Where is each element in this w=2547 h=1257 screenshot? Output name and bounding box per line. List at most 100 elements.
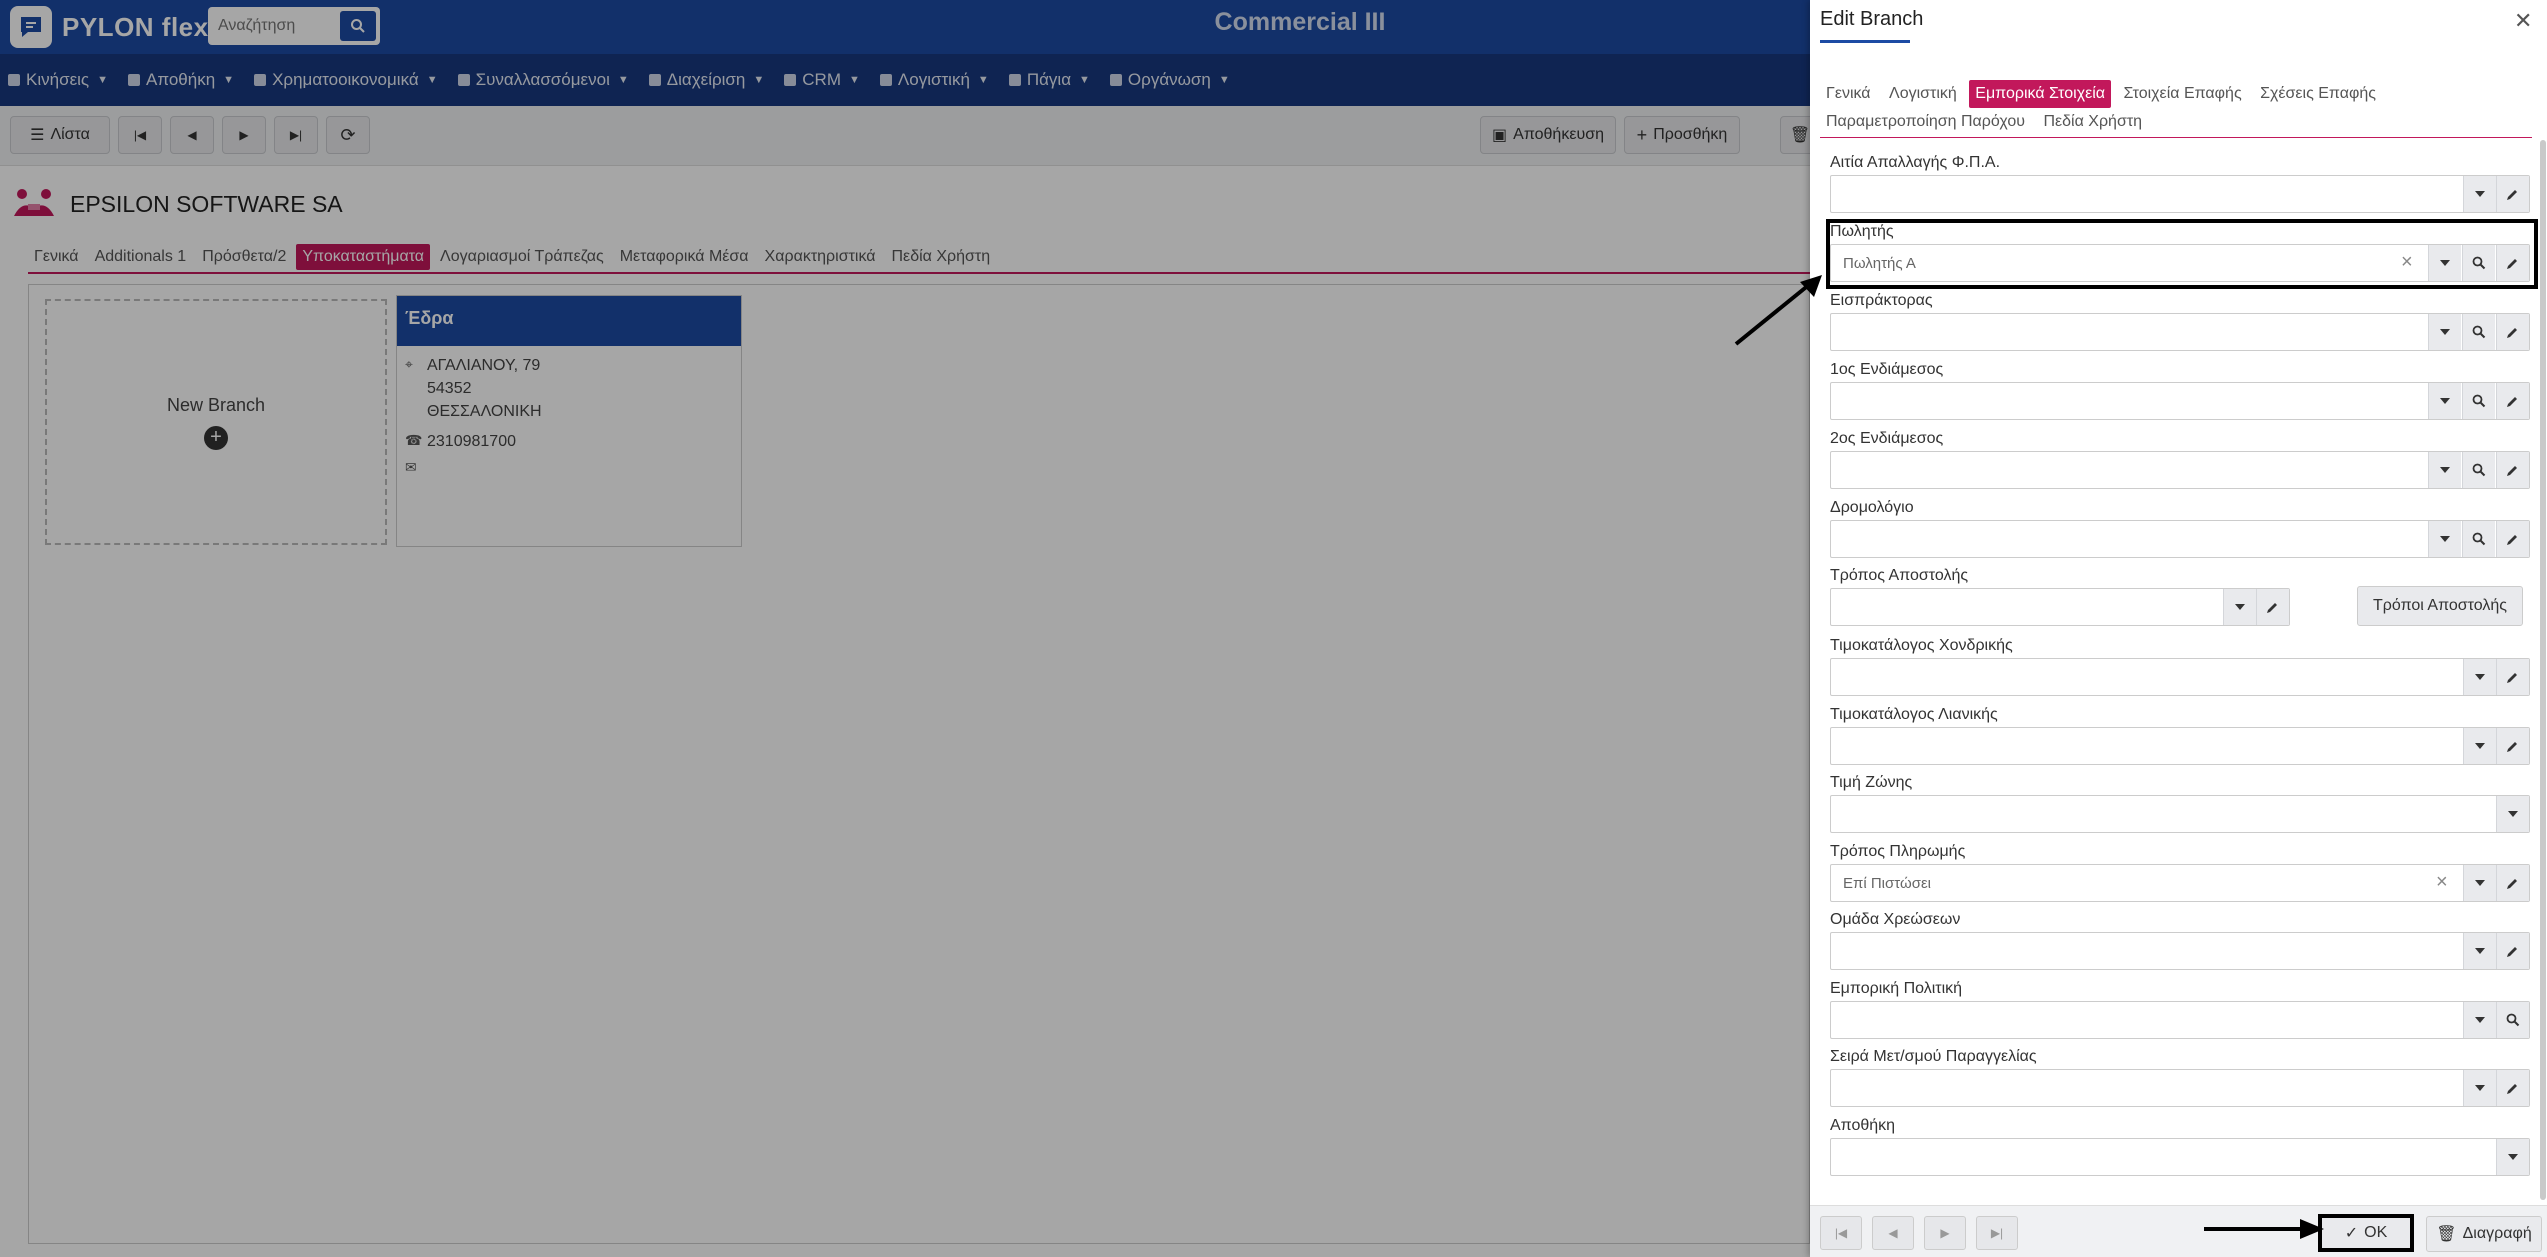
collector-field[interactable] xyxy=(1830,313,2530,351)
dropdown-button[interactable] xyxy=(2428,452,2461,488)
panel-tab-contact-relations[interactable]: Σχέσεις Επαφής xyxy=(2254,80,2382,108)
modal-overlay xyxy=(0,0,1810,1257)
panel-title: Edit Branch xyxy=(1820,8,1924,30)
route-field[interactable] xyxy=(1830,520,2530,558)
pencil-icon xyxy=(2507,397,2517,407)
shipping-methods-button[interactable]: Τρόποι Αποστολής xyxy=(2357,586,2523,626)
edit-button[interactable] xyxy=(2496,659,2529,695)
dropdown-button[interactable] xyxy=(2463,1002,2496,1038)
panel-tab-user-fields[interactable]: Πεδία Χρήστη xyxy=(2037,108,2148,136)
caret-down-icon xyxy=(2440,329,2450,335)
dropdown-button[interactable] xyxy=(2463,728,2496,764)
panel-scrollbar[interactable] xyxy=(2540,140,2546,1200)
first-branch-button[interactable]: |◀ xyxy=(1820,1216,1862,1250)
panel-tab-general[interactable]: Γενικά xyxy=(1820,80,1877,108)
edit-button[interactable] xyxy=(2496,314,2529,350)
dropdown-button[interactable] xyxy=(2463,865,2496,901)
vat-exemption-field[interactable] xyxy=(1830,175,2530,213)
checkmark-icon: ✓ xyxy=(2344,1225,2359,1242)
pencil-icon xyxy=(2507,328,2517,338)
dropdown-button[interactable] xyxy=(2428,521,2461,557)
commercial-policy-field[interactable] xyxy=(1830,1001,2530,1039)
edit-button[interactable] xyxy=(2496,521,2529,557)
shipping-method-label: Τρόπος Αποστολής xyxy=(1830,567,1969,584)
caret-down-icon xyxy=(2475,743,2485,749)
warehouse-label: Αποθήκη xyxy=(1830,1117,1896,1134)
clear-icon[interactable]: × xyxy=(2436,871,2448,894)
intermediary-2-field[interactable] xyxy=(1830,451,2530,489)
ok-label: OK xyxy=(2364,1224,2388,1241)
delete-branch-button[interactable]: 🗑 Διαγραφή xyxy=(2426,1216,2542,1252)
retail-pricelist-label: Τιμοκατάλογος Λιανικής xyxy=(1830,706,1998,723)
charges-group-field[interactable] xyxy=(1830,932,2530,970)
delete-label: Διαγραφή xyxy=(2462,1225,2532,1242)
pencil-icon xyxy=(2507,879,2517,889)
caret-down-icon xyxy=(2475,191,2485,197)
caret-down-icon xyxy=(2235,604,2245,610)
search-icon xyxy=(2472,394,2486,408)
edit-button[interactable] xyxy=(2496,933,2529,969)
caret-down-icon xyxy=(2440,536,2450,542)
dropdown-button[interactable] xyxy=(2463,176,2496,212)
last-branch-button[interactable]: ▶| xyxy=(1976,1216,2018,1250)
dropdown-button[interactable] xyxy=(2428,314,2461,350)
panel-tab-accounting[interactable]: Λογιστική xyxy=(1883,80,1963,108)
caret-down-icon xyxy=(2440,398,2450,404)
panel-footer: |◀ ◀ ▶ ▶| ✓ OK 🗑 Διαγραφή xyxy=(1810,1205,2547,1257)
ok-button[interactable]: ✓ OK xyxy=(2318,1214,2414,1252)
next-branch-button[interactable]: ▶ xyxy=(1924,1216,1966,1250)
arrow-to-salesperson xyxy=(1734,275,1822,346)
last-icon: ▶| xyxy=(1990,1226,2004,1240)
panel-tab-commercial[interactable]: Εμπορικά Στοιχεία xyxy=(1969,80,2112,108)
search-button[interactable] xyxy=(2462,452,2495,488)
wholesale-pricelist-label: Τιμοκατάλογος Χονδρικής xyxy=(1830,637,2013,654)
edit-button[interactable] xyxy=(2496,728,2529,764)
pencil-icon xyxy=(2507,742,2517,752)
arrow-to-ok xyxy=(2204,1219,2324,1239)
pencil-icon xyxy=(2267,603,2277,613)
dropdown-button[interactable] xyxy=(2496,796,2529,832)
pencil-icon xyxy=(2507,466,2517,476)
edit-button[interactable] xyxy=(2496,383,2529,419)
first-icon: |◀ xyxy=(1834,1226,1848,1240)
search-button[interactable] xyxy=(2496,1002,2529,1038)
search-button[interactable] xyxy=(2462,383,2495,419)
dropdown-button[interactable] xyxy=(2223,589,2256,625)
close-icon[interactable]: ✕ xyxy=(2514,8,2532,34)
intermediary-1-field[interactable] xyxy=(1830,382,2530,420)
retail-pricelist-field[interactable] xyxy=(1830,727,2530,765)
order-series-field[interactable] xyxy=(1830,1069,2530,1107)
wholesale-pricelist-field[interactable] xyxy=(1830,658,2530,696)
caret-down-icon xyxy=(2475,1085,2485,1091)
edit-button[interactable] xyxy=(2496,176,2529,212)
dropdown-button[interactable] xyxy=(2496,1139,2529,1175)
search-button[interactable] xyxy=(2462,314,2495,350)
shipping-method-field[interactable] xyxy=(1830,588,2290,626)
dropdown-button[interactable] xyxy=(2463,1070,2496,1106)
panel-tab-provider-params[interactable]: Παραμετροποίηση Παρόχου xyxy=(1820,108,2031,136)
zone-price-field[interactable] xyxy=(1830,795,2530,833)
dropdown-button[interactable] xyxy=(2463,933,2496,969)
zone-price-label: Τιμή Ζώνης xyxy=(1830,774,1913,791)
panel-tab-contact[interactable]: Στοιχεία Επαφής xyxy=(2117,80,2247,108)
dropdown-button[interactable] xyxy=(2428,383,2461,419)
dropdown-button[interactable] xyxy=(2463,659,2496,695)
caret-down-icon xyxy=(2475,948,2485,954)
warehouse-field[interactable] xyxy=(1830,1138,2530,1176)
route-label: Δρομολόγιο xyxy=(1830,499,1914,516)
edit-button[interactable] xyxy=(2256,589,2289,625)
caret-down-icon xyxy=(2508,811,2518,817)
edit-button[interactable] xyxy=(2496,452,2529,488)
edit-button[interactable] xyxy=(2496,865,2529,901)
salesperson-highlight xyxy=(1826,219,2538,289)
prev-branch-button[interactable]: ◀ xyxy=(1872,1216,1914,1250)
field-value: Επί Πιστώσει xyxy=(1843,875,1931,892)
pencil-icon xyxy=(2507,1084,2517,1094)
payment-method-field[interactable]: Επί Πιστώσει × xyxy=(1830,864,2530,902)
search-button[interactable] xyxy=(2462,521,2495,557)
edit-button[interactable] xyxy=(2496,1070,2529,1106)
caret-down-icon xyxy=(2440,467,2450,473)
search-icon xyxy=(2472,463,2486,477)
commercial-policy-label: Εμπορική Πολιτική xyxy=(1830,980,1963,997)
caret-down-icon xyxy=(2475,674,2485,680)
